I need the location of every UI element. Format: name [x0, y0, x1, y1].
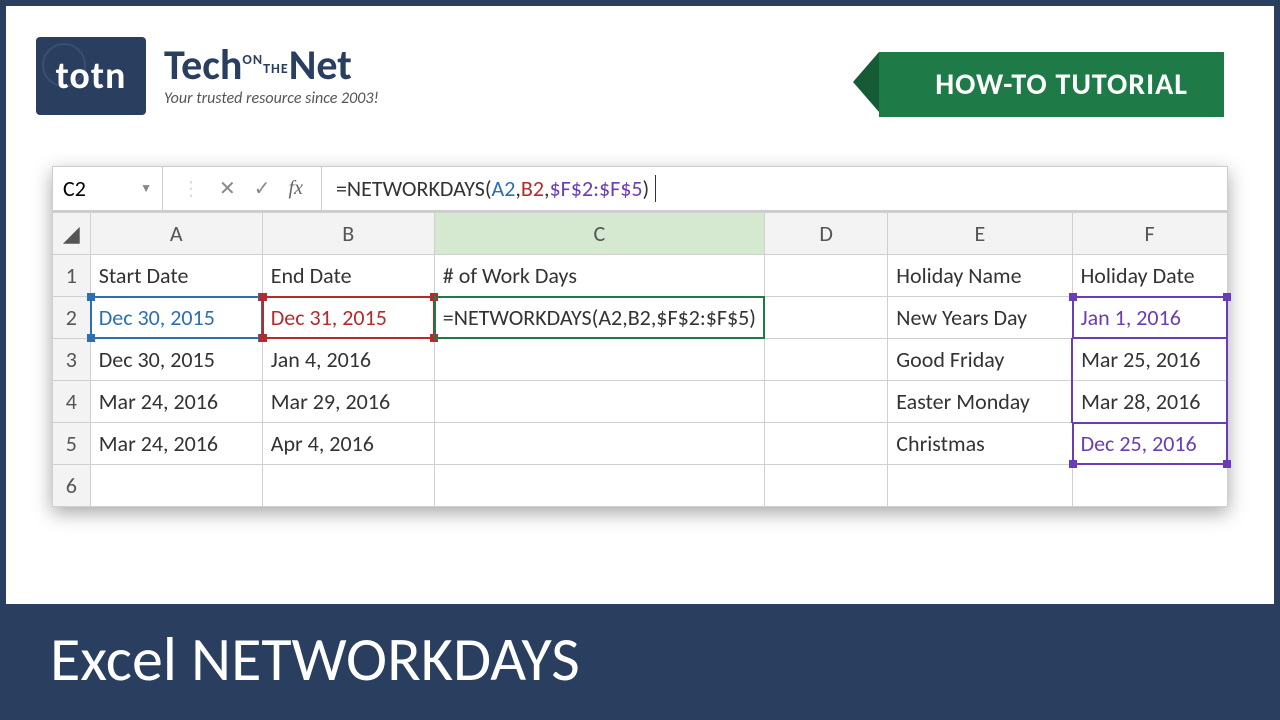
cell[interactable]: Mar 24, 2016	[90, 381, 262, 423]
cell[interactable]: Mar 29, 2016	[262, 381, 434, 423]
row-header[interactable]: 6	[53, 465, 91, 507]
cell[interactable]: Apr 4, 2016	[262, 423, 434, 465]
row-header[interactable]: 4	[53, 381, 91, 423]
dropdown-icon[interactable]: ▼	[140, 181, 152, 196]
cell[interactable]: Dec 30, 2015	[90, 339, 262, 381]
cell[interactable]: Mar 25, 2016	[1072, 339, 1227, 381]
cell[interactable]	[764, 255, 887, 297]
cell-C2-active[interactable]: =NETWORKDAYS(A2,B2,$F$2:$F$5)	[434, 297, 764, 339]
accept-icon[interactable]: ✓	[254, 176, 271, 201]
formula-bar: C2 ▼ ⋮ ✕ ✓ fx =NETWORKDAYS(A2,B2,$F$2:$F…	[52, 166, 1228, 211]
brand-name: TechONTHENet	[164, 45, 379, 87]
cell[interactable]: Holiday Name	[888, 255, 1072, 297]
cell[interactable]	[764, 297, 887, 339]
col-header-B[interactable]: B	[262, 213, 434, 255]
formula-input[interactable]: =NETWORKDAYS(A2,B2,$F$2:$F$5)	[321, 167, 1227, 210]
footer-title: Excel NETWORKDAYS	[50, 621, 580, 697]
col-header-E[interactable]: E	[888, 213, 1072, 255]
cell[interactable]: Jan 4, 2016	[262, 339, 434, 381]
cell[interactable]	[764, 339, 887, 381]
cell[interactable]: # of Work Days	[434, 255, 764, 297]
cell-F2[interactable]: Jan 1, 2016	[1072, 297, 1227, 339]
row-header[interactable]: 1	[53, 255, 91, 297]
cell-B2[interactable]: Dec 31, 2015	[262, 297, 434, 339]
cell-A2[interactable]: Dec 30, 2015	[90, 297, 262, 339]
cell[interactable]	[764, 423, 887, 465]
worksheet-grid[interactable]: ◢ A B C D E F 1 Start Date End Date # of…	[52, 211, 1228, 507]
cell[interactable]: Holiday Date	[1072, 255, 1227, 297]
cell[interactable]	[434, 423, 764, 465]
cell[interactable]	[1072, 465, 1227, 507]
cell[interactable]: Start Date	[90, 255, 262, 297]
cell[interactable]	[90, 465, 262, 507]
cell[interactable]	[888, 465, 1072, 507]
row-header[interactable]: 2	[53, 297, 91, 339]
brand-tagline: Your trusted resource since 2003!	[164, 89, 379, 108]
brand-logo: totn TechONTHENet Your trusted resource …	[36, 37, 379, 115]
footer-bar: Excel NETWORKDAYS	[6, 604, 1274, 714]
header: totn TechONTHENet Your trusted resource …	[6, 6, 1274, 146]
name-box[interactable]: C2 ▼	[53, 167, 163, 210]
cancel-icon[interactable]: ✕	[219, 176, 236, 201]
cell[interactable]	[434, 381, 764, 423]
col-header-A[interactable]: A	[90, 213, 262, 255]
cell[interactable]: End Date	[262, 255, 434, 297]
cell-F5[interactable]: Dec 25, 2016	[1072, 423, 1227, 465]
cell[interactable]: Mar 28, 2016	[1072, 381, 1227, 423]
col-header-F[interactable]: F	[1072, 213, 1227, 255]
cell[interactable]: Christmas	[888, 423, 1072, 465]
select-all-corner[interactable]: ◢	[53, 213, 91, 255]
tutorial-ribbon: HOW-TO TUTORIAL	[879, 52, 1224, 117]
cell[interactable]: Easter Monday	[888, 381, 1072, 423]
cell[interactable]: Good Friday	[888, 339, 1072, 381]
cell[interactable]	[434, 465, 764, 507]
cell[interactable]	[764, 381, 887, 423]
spreadsheet-card: C2 ▼ ⋮ ✕ ✓ fx =NETWORKDAYS(A2,B2,$F$2:$F…	[52, 166, 1228, 507]
cell[interactable]: Mar 24, 2016	[90, 423, 262, 465]
cell[interactable]	[764, 465, 887, 507]
fx-icon[interactable]: fx	[289, 177, 303, 200]
row-header[interactable]: 3	[53, 339, 91, 381]
row-header[interactable]: 5	[53, 423, 91, 465]
cell[interactable]	[262, 465, 434, 507]
totn-badge-icon: totn	[36, 37, 146, 115]
col-header-C[interactable]: C	[434, 213, 764, 255]
cell[interactable]: New Years Day	[888, 297, 1072, 339]
cell[interactable]	[434, 339, 764, 381]
col-header-D[interactable]: D	[764, 213, 887, 255]
